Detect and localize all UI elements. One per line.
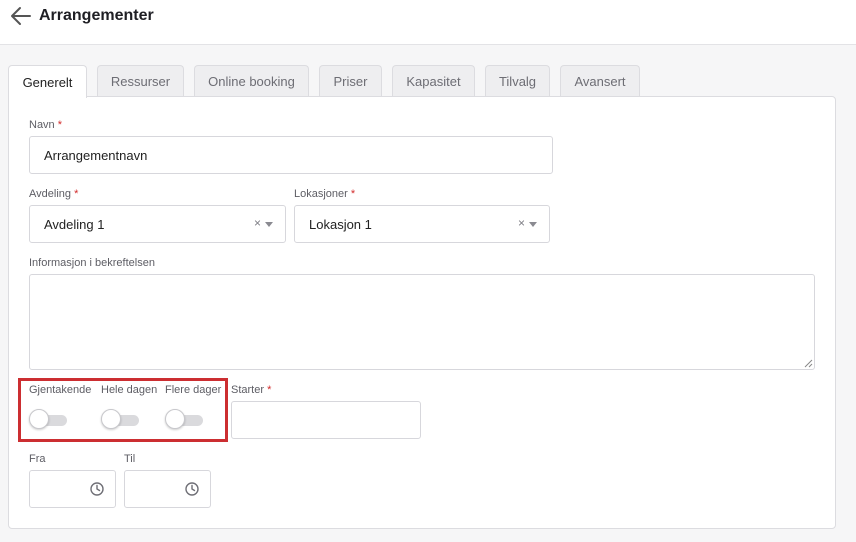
- confirmation-info-textarea[interactable]: [29, 274, 815, 370]
- clock-icon[interactable]: [185, 482, 199, 496]
- confirmation-info-label: Informasjon i bekreftelsen: [29, 257, 155, 269]
- locations-select[interactable]: Lokasjon 1 ×: [294, 205, 550, 243]
- name-field[interactable]: [29, 136, 553, 174]
- locations-value: Lokasjon 1: [309, 216, 372, 232]
- multi-day-toggle[interactable]: [165, 409, 203, 431]
- recurring-toggle[interactable]: [29, 409, 67, 431]
- tab-avansert[interactable]: Avansert: [560, 65, 640, 96]
- department-select[interactable]: Avdeling 1 ×: [29, 205, 286, 243]
- name-label: Navn *: [29, 119, 63, 131]
- department-value: Avdeling 1: [44, 216, 105, 232]
- locations-clear-icon[interactable]: ×: [518, 216, 525, 230]
- starts-label: Starter *: [231, 384, 272, 396]
- department-chevron-down-icon[interactable]: [265, 222, 273, 227]
- arrow-left-icon[interactable]: [10, 6, 32, 26]
- tab-tilvalg[interactable]: Tilvalg: [485, 65, 550, 96]
- tab-kapasitet[interactable]: Kapasitet: [392, 65, 475, 96]
- all-day-toggle[interactable]: [101, 409, 139, 431]
- tab-generelt[interactable]: Generelt: [8, 65, 87, 98]
- locations-label: Lokasjoner *: [294, 188, 356, 200]
- clock-icon[interactable]: [90, 482, 104, 496]
- from-time-field[interactable]: [29, 470, 116, 508]
- from-label: Fra: [29, 453, 46, 465]
- locations-chevron-down-icon[interactable]: [529, 222, 537, 227]
- department-clear-icon[interactable]: ×: [254, 216, 261, 230]
- name-input[interactable]: [30, 137, 552, 173]
- starts-input[interactable]: [232, 402, 420, 438]
- page-header: Arrangementer: [0, 0, 856, 45]
- starts-field[interactable]: [231, 401, 421, 439]
- to-label: Til: [124, 453, 136, 465]
- tab-ressurser[interactable]: Ressurser: [97, 65, 184, 96]
- department-label: Avdeling *: [29, 188, 79, 200]
- page-title: Arrangementer: [39, 7, 154, 24]
- tab-priser[interactable]: Priser: [319, 65, 382, 96]
- to-time-field[interactable]: [124, 470, 211, 508]
- tab-online-booking[interactable]: Online booking: [194, 65, 309, 96]
